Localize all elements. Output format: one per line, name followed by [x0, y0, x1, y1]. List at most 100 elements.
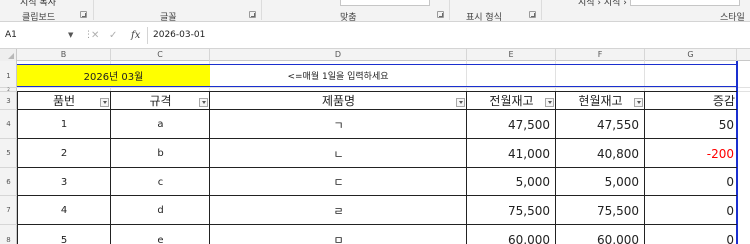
row-header-1[interactable]: 1: [0, 64, 17, 88]
header-spec[interactable]: 규격: [111, 92, 210, 110]
row-header-8[interactable]: 8: [0, 225, 17, 244]
header-label: 제품명: [321, 94, 356, 108]
alignment-launcher-icon[interactable]: [437, 11, 444, 18]
header-prev-stock[interactable]: 전월재고: [467, 92, 556, 110]
column-header-g[interactable]: G: [645, 49, 737, 61]
cell-spec[interactable]: e: [111, 225, 210, 244]
cell-prev-stock[interactable]: 41,000: [467, 139, 556, 168]
insert-function-icon[interactable]: fx: [131, 27, 140, 44]
cell-curr-stock[interactable]: 47,550: [556, 110, 645, 139]
cell-change[interactable]: 0: [645, 168, 737, 196]
header-curr-stock[interactable]: 현월재고: [556, 92, 645, 110]
cell-prev-stock[interactable]: 75,500: [467, 196, 556, 225]
cell-change-negative[interactable]: -200: [645, 139, 737, 168]
cancel-icon[interactable]: ✕: [91, 27, 99, 44]
row-header-6[interactable]: 6: [0, 168, 17, 196]
formula-input[interactable]: 2026-03-01: [147, 27, 750, 44]
cell-spec[interactable]: a: [111, 110, 210, 139]
select-all-button[interactable]: [0, 49, 17, 61]
table-row-border: [17, 167, 737, 168]
cell-product-name[interactable]: ㄹ: [210, 196, 467, 225]
number-launcher-icon[interactable]: [529, 11, 536, 18]
ribbon-divider: [449, 0, 450, 20]
font-launcher-icon[interactable]: [249, 11, 256, 18]
cell-curr-stock[interactable]: 60,000: [556, 225, 645, 244]
ribbon-copy-fragment[interactable]: 지식 복사: [20, 0, 56, 6]
cell-product-name[interactable]: ㄱ: [210, 110, 467, 139]
header-product-name[interactable]: 제품명: [210, 92, 467, 110]
filter-dropdown-icon[interactable]: [545, 98, 554, 107]
cell-spec[interactable]: b: [111, 139, 210, 168]
header-label: 품번: [52, 94, 76, 108]
table-col-border: [644, 91, 645, 244]
row-header-3[interactable]: 3: [0, 92, 17, 110]
row-headers: 1 2 3 4 5 6 7 8: [0, 61, 17, 244]
table-row-border: [17, 138, 737, 139]
row-header-5[interactable]: 5: [0, 139, 17, 168]
ribbon-divider: [261, 0, 262, 20]
ribbon-style-control[interactable]: [630, 0, 740, 6]
header-label: 현월재고: [578, 94, 623, 108]
column-header-f[interactable]: F: [556, 49, 645, 61]
name-box[interactable]: A1: [2, 27, 78, 44]
cell-part-no[interactable]: 2: [17, 139, 111, 168]
table-col-border: [555, 91, 556, 244]
gridline: [17, 87, 750, 88]
cell-prev-stock[interactable]: 47,500: [467, 110, 556, 139]
cell-spec[interactable]: d: [111, 196, 210, 225]
filter-dropdown-icon[interactable]: [199, 98, 208, 107]
cell-product-name[interactable]: ㄴ: [210, 139, 467, 168]
month-title-cell[interactable]: 2026년 03월: [17, 64, 210, 87]
table-col-border: [209, 91, 210, 244]
filter-dropdown-icon[interactable]: [634, 98, 643, 107]
ribbon: 지식 복사 지식 › 지식 › 클립보드 글꼴 맞춤 표시 형식 스타일: [0, 0, 750, 23]
cell-part-no[interactable]: 5: [17, 225, 111, 244]
cell-prev-stock[interactable]: 60,000: [467, 225, 556, 244]
cell-change[interactable]: 0: [645, 225, 737, 244]
ribbon-divider: [541, 0, 542, 20]
ribbon-divider: [93, 0, 94, 20]
header-change[interactable]: 증감: [645, 92, 737, 110]
cell-curr-stock[interactable]: 75,500: [556, 196, 645, 225]
column-header-c[interactable]: C: [111, 49, 210, 61]
cell-part-no[interactable]: 4: [17, 196, 111, 225]
formula-bar: A1 ▼ ⋮ ✕ ✓ fx 2026-03-01: [0, 22, 750, 49]
ribbon-align-control[interactable]: [340, 0, 430, 6]
ribbon-style-fragment[interactable]: 지식 › 지식 ›: [578, 0, 627, 6]
table-border-left: [17, 91, 18, 244]
row-header-7[interactable]: 7: [0, 196, 17, 225]
clipboard-launcher-icon[interactable]: [80, 11, 87, 18]
cell-curr-stock[interactable]: 5,000: [556, 168, 645, 196]
selection-border-top: [17, 64, 737, 65]
table-col-border: [466, 91, 467, 244]
chevron-down-icon[interactable]: ▼: [68, 27, 73, 44]
cell-change[interactable]: 0: [645, 196, 737, 225]
cell-product-name[interactable]: ㅁ: [210, 225, 467, 244]
column-headers: B C D E F G: [0, 49, 750, 61]
row-header-4[interactable]: 4: [0, 110, 17, 139]
cell-part-no[interactable]: 1: [17, 110, 111, 139]
filter-dropdown-icon[interactable]: [100, 98, 109, 107]
header-part-no[interactable]: 품번: [17, 92, 111, 110]
cell-prev-stock[interactable]: 5,000: [467, 168, 556, 196]
header-label: 규격: [149, 94, 172, 108]
filter-dropdown-icon[interactable]: [456, 98, 465, 107]
column-header-b[interactable]: B: [17, 49, 111, 61]
cell-product-name[interactable]: ㄷ: [210, 168, 467, 196]
table-row-border: [17, 195, 737, 196]
worksheet-grid[interactable]: 2026년 03월 <=매월 1일을 입력하세요 품번 규격 제품명 전월재고 …: [17, 61, 750, 244]
table-col-border: [110, 91, 111, 244]
table-header-border: [17, 109, 737, 110]
cell-curr-stock[interactable]: 40,800: [556, 139, 645, 168]
table-row-border: [17, 224, 737, 225]
table-border-top: [17, 91, 737, 92]
selection-border-bottom: [17, 86, 737, 87]
enter-icon[interactable]: ✓: [109, 27, 117, 44]
column-header-e[interactable]: E: [467, 49, 556, 61]
cell-part-no[interactable]: 3: [17, 168, 111, 196]
header-label: 증감: [712, 94, 735, 108]
cell-change[interactable]: 50: [645, 110, 737, 139]
column-header-d[interactable]: D: [210, 49, 467, 61]
instruction-note[interactable]: <=매월 1일을 입력하세요: [210, 64, 466, 87]
cell-spec[interactable]: c: [111, 168, 210, 196]
